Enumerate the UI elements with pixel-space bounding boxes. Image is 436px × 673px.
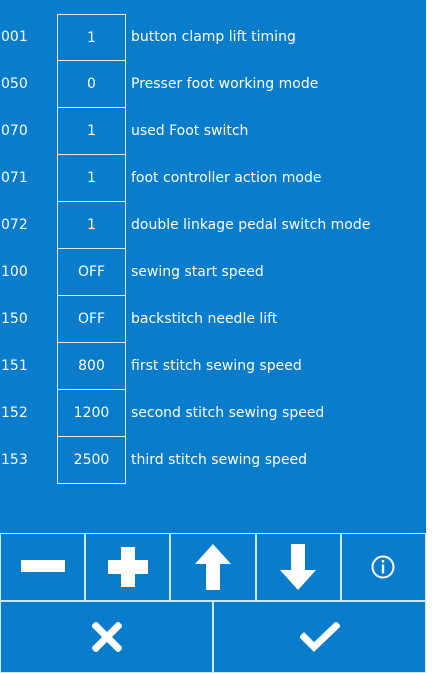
parameter-row[interactable]: 072 1 double linkage pedal switch mode <box>0 202 426 249</box>
decrease-button[interactable] <box>0 533 86 601</box>
parameter-description: sewing start speed <box>131 264 264 280</box>
parameter-code: 152 <box>1 405 28 421</box>
parameter-description: Presser foot working mode <box>131 76 319 92</box>
parameter-description: first stitch sewing speed <box>131 358 302 374</box>
parameter-value[interactable]: 2500 <box>57 437 126 484</box>
parameter-row[interactable]: 071 1 foot controller action mode <box>0 155 426 202</box>
parameter-code: 001 <box>1 29 28 45</box>
navigation-button-row <box>0 533 426 601</box>
parameter-code: 100 <box>1 264 28 280</box>
parameter-row[interactable]: 150 OFF backstitch needle lift <box>0 296 426 343</box>
confirm-button-row <box>0 601 426 673</box>
arrow-down-icon <box>280 544 317 590</box>
parameter-row[interactable]: 050 0 Presser foot working mode <box>0 61 426 108</box>
parameter-code: 151 <box>1 358 28 374</box>
parameter-code: 050 <box>1 76 28 92</box>
parameter-row[interactable]: 152 1200 second stitch sewing speed <box>0 390 426 437</box>
parameter-code: 150 <box>1 311 28 327</box>
parameter-code: 153 <box>1 452 28 468</box>
parameter-row[interactable]: 100 OFF sewing start speed <box>0 249 426 296</box>
parameter-row[interactable]: 001 1 button clamp lift timing <box>0 14 426 61</box>
info-icon <box>371 555 395 579</box>
cancel-button[interactable] <box>0 601 213 673</box>
parameter-description: backstitch needle lift <box>131 311 278 327</box>
parameter-value[interactable]: 800 <box>57 343 126 390</box>
parameter-description: used Foot switch <box>131 123 249 139</box>
close-icon <box>91 622 122 652</box>
parameter-row[interactable]: 151 800 first stitch sewing speed <box>0 343 426 390</box>
parameter-description: double linkage pedal switch mode <box>131 217 371 233</box>
parameter-value[interactable]: 1200 <box>57 390 126 437</box>
parameter-screen: 001 1 button clamp lift timing 050 0 Pre… <box>0 0 426 673</box>
parameter-code: 071 <box>1 170 28 186</box>
scroll-down-button[interactable] <box>255 533 341 601</box>
parameter-row[interactable]: 070 1 used Foot switch <box>0 108 426 155</box>
parameter-description: third stitch sewing speed <box>131 452 308 468</box>
arrow-up-icon <box>194 544 231 590</box>
parameter-value[interactable]: 1 <box>57 155 126 202</box>
parameter-value[interactable]: OFF <box>57 249 126 296</box>
parameter-value[interactable]: 0 <box>57 61 126 108</box>
increase-button[interactable] <box>85 533 171 601</box>
parameter-row[interactable]: 153 2500 third stitch sewing speed <box>0 437 426 484</box>
parameter-code: 070 <box>1 123 28 139</box>
parameter-value[interactable]: 1 <box>57 202 126 249</box>
parameter-code: 072 <box>1 217 28 233</box>
scroll-up-button[interactable] <box>170 533 256 601</box>
control-bar <box>0 533 426 673</box>
minus-icon <box>20 560 65 572</box>
info-button[interactable] <box>340 533 426 601</box>
parameter-description: second stitch sewing speed <box>131 405 325 421</box>
checkmark-icon <box>299 622 340 652</box>
confirm-button[interactable] <box>213 601 426 673</box>
parameter-value[interactable]: 1 <box>57 108 126 155</box>
parameter-description: foot controller action mode <box>131 170 322 186</box>
parameter-value[interactable]: OFF <box>57 296 126 343</box>
plus-icon <box>107 547 148 587</box>
parameter-value[interactable]: 1 <box>57 14 126 61</box>
parameter-description: button clamp lift timing <box>131 29 296 45</box>
